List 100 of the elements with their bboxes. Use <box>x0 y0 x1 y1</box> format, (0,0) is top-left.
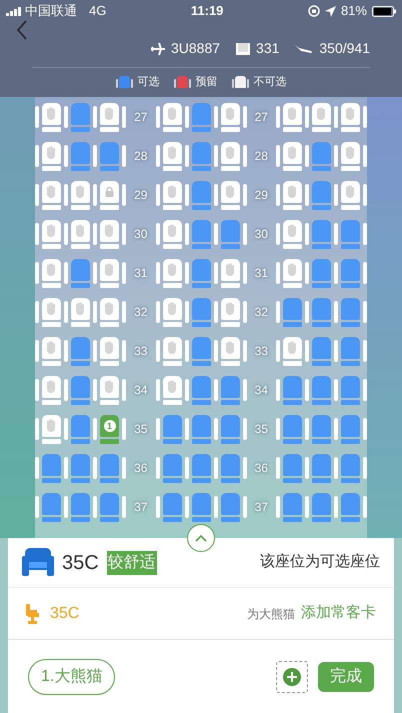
seat[interactable] <box>192 102 210 132</box>
seat[interactable] <box>192 414 210 444</box>
seat[interactable] <box>341 336 360 366</box>
seat[interactable] <box>312 258 331 288</box>
seat[interactable] <box>283 454 302 482</box>
seat[interactable] <box>100 336 119 366</box>
seat[interactable] <box>42 492 61 522</box>
seat[interactable] <box>220 220 240 248</box>
add-passenger-button[interactable] <box>276 660 308 692</box>
seat[interactable] <box>283 336 302 366</box>
seat[interactable] <box>42 142 61 170</box>
seat[interactable] <box>71 258 90 288</box>
seat[interactable] <box>192 180 210 210</box>
seat[interactable] <box>162 220 182 248</box>
seat[interactable] <box>341 102 360 132</box>
seat[interactable] <box>192 298 210 326</box>
seat[interactable] <box>162 492 182 522</box>
seat[interactable] <box>42 180 61 210</box>
seat[interactable] <box>192 220 210 248</box>
seat[interactable] <box>71 492 90 522</box>
seat[interactable] <box>283 258 302 288</box>
seat[interactable] <box>312 180 331 210</box>
seat[interactable] <box>341 258 360 288</box>
seat[interactable] <box>312 336 331 366</box>
seat[interactable] <box>283 180 302 210</box>
seat[interactable] <box>341 298 360 326</box>
seat[interactable] <box>42 258 61 288</box>
seat[interactable] <box>71 142 90 170</box>
seat[interactable] <box>100 102 119 132</box>
add-frequent-flyer-link[interactable]: 添加常客卡 <box>301 602 376 625</box>
seat[interactable] <box>100 220 119 248</box>
seat[interactable] <box>283 102 302 132</box>
seat[interactable] <box>192 376 210 404</box>
seat[interactable] <box>71 298 90 326</box>
seat[interactable] <box>283 376 302 404</box>
seat[interactable] <box>71 180 90 210</box>
seat[interactable] <box>312 454 331 482</box>
seat[interactable] <box>162 142 182 170</box>
seat[interactable] <box>192 492 210 522</box>
seat[interactable] <box>220 258 240 288</box>
seat[interactable] <box>162 454 182 482</box>
seat[interactable] <box>312 492 331 522</box>
seat[interactable] <box>312 376 331 404</box>
seat[interactable] <box>100 376 119 404</box>
seat[interactable] <box>283 220 302 248</box>
seat[interactable] <box>312 414 331 444</box>
seat[interactable] <box>71 454 90 482</box>
seat[interactable] <box>341 414 360 444</box>
seat[interactable] <box>42 298 61 326</box>
seat[interactable] <box>42 102 61 132</box>
seat[interactable] <box>341 376 360 404</box>
seat[interactable] <box>162 336 182 366</box>
seat[interactable] <box>220 454 240 482</box>
seat[interactable] <box>283 298 302 326</box>
passenger-chip[interactable]: 1.大熊猫 <box>28 658 116 694</box>
seat[interactable] <box>220 180 240 210</box>
seat[interactable] <box>220 102 240 132</box>
seat[interactable] <box>100 454 119 482</box>
seat[interactable] <box>100 258 119 288</box>
seat[interactable] <box>100 142 119 170</box>
seat[interactable] <box>192 258 210 288</box>
seat[interactable] <box>71 414 90 444</box>
seat[interactable] <box>341 180 360 210</box>
seat[interactable] <box>283 142 302 170</box>
seat[interactable] <box>341 220 360 248</box>
seat[interactable] <box>312 102 331 132</box>
seat[interactable] <box>162 180 182 210</box>
seat[interactable] <box>42 454 61 482</box>
seat[interactable] <box>162 376 182 404</box>
seat[interactable] <box>220 376 240 404</box>
seat[interactable] <box>42 414 61 444</box>
seat[interactable] <box>71 102 90 132</box>
seat[interactable] <box>42 336 61 366</box>
seat[interactable] <box>162 258 182 288</box>
seat[interactable] <box>312 298 331 326</box>
seat[interactable] <box>162 102 182 132</box>
seat[interactable] <box>220 492 240 522</box>
seat[interactable] <box>341 142 360 170</box>
seat[interactable] <box>341 492 360 522</box>
seat[interactable] <box>100 492 119 522</box>
seat[interactable] <box>42 220 61 248</box>
seat[interactable] <box>220 336 240 366</box>
seat[interactable] <box>220 142 240 170</box>
seat[interactable] <box>341 454 360 482</box>
seat[interactable] <box>162 298 182 326</box>
seat[interactable] <box>283 414 302 444</box>
seat[interactable] <box>283 492 302 522</box>
collapse-button[interactable] <box>187 524 215 552</box>
done-button[interactable]: 完成 <box>318 662 374 692</box>
seat[interactable] <box>192 336 210 366</box>
seat[interactable] <box>192 142 210 170</box>
seat[interactable] <box>71 220 90 248</box>
seat[interactable] <box>312 220 331 248</box>
seat[interactable] <box>220 414 240 444</box>
seat[interactable] <box>71 336 90 366</box>
seat[interactable] <box>312 142 331 170</box>
seat[interactable] <box>42 376 61 404</box>
seat[interactable] <box>71 376 90 404</box>
seat[interactable] <box>192 454 210 482</box>
seat[interactable] <box>162 414 182 444</box>
